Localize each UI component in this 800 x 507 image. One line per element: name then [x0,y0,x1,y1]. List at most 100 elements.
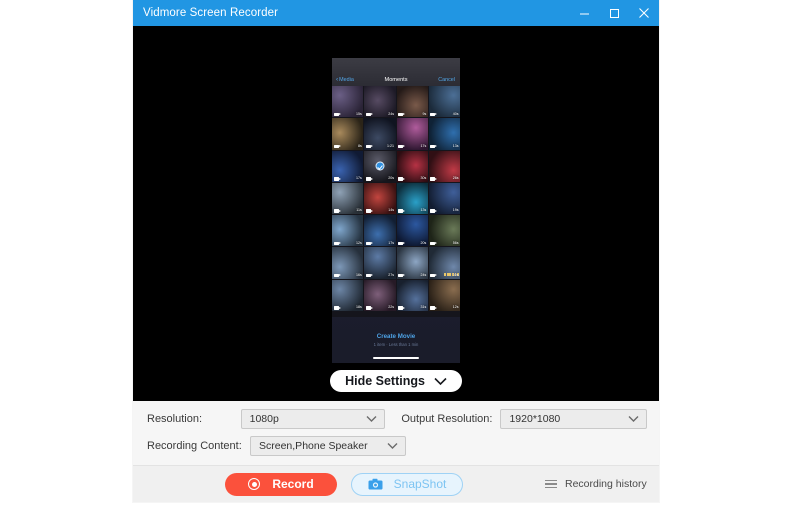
video-camera-icon [430,242,435,245]
snapshot-button[interactable]: SnapShot [351,473,463,496]
thumbnail-item[interactable]: 15s [332,86,363,117]
thumbnail-duration: 12s [356,242,362,246]
chevron-down-icon [434,377,447,386]
thumbnail-item[interactable]: 11s [332,183,363,214]
thumbnail-item[interactable]: 27s [364,247,395,278]
settings-panel: Resolution: 1080p Output Resolution: 192… [133,401,659,465]
thumbnail-item[interactable]: 24s [397,247,428,278]
recording-history-button[interactable]: Recording history [545,478,647,490]
thumbnail-item[interactable]: 8s [332,118,363,149]
thumbnail-item[interactable]: 13s [397,183,428,214]
maximize-icon [609,8,620,19]
thumbnail-duration: 56s [453,242,459,246]
thumbnail-duration: 17s [356,177,362,181]
thumbnail-duration: 22s [388,306,394,310]
chevron-down-icon [628,416,639,423]
create-movie-button[interactable]: Create Movie [377,333,416,340]
thumbnail-duration: 31s [420,306,426,310]
video-camera-icon [398,209,403,212]
maximize-button[interactable] [599,0,629,26]
close-button[interactable] [629,0,659,26]
thumbnail-item[interactable]: 12s [332,215,363,246]
thumbnail-item[interactable]: 26s [429,151,460,182]
thumbnail-item[interactable]: 30s [429,247,460,278]
video-camera-icon [398,242,403,245]
recording-content-select[interactable]: Screen,Phone Speaker [250,436,406,456]
thumbnail-item[interactable]: 20s [364,151,395,182]
thumbnail-duration: 30s [453,274,459,278]
recording-content-label: Recording Content: [147,440,250,452]
thumbnail-duration: 26s [453,177,459,181]
thumbnail-item[interactable]: 18s [332,280,363,311]
thumbnail-duration: 13s [453,145,459,149]
thumbnail-duration: 20s [420,242,426,246]
thumbnail-duration: 24s [420,274,426,278]
video-camera-icon [398,113,403,116]
output-resolution-select[interactable]: 1920*1080 [500,409,647,429]
thumbnail-item[interactable]: 56s [429,215,460,246]
thumbnail-item[interactable]: 17s [397,118,428,149]
thumbnail-duration: 27s [388,274,394,278]
chevron-down-icon [387,443,398,450]
thumbnail-duration: 12s [453,306,459,310]
resolution-row: Resolution: 1080p Output Resolution: 192… [147,409,647,429]
record-button-label: Record [272,477,313,491]
thumbnail-item[interactable]: 22s [364,280,395,311]
phone-cancel-button[interactable]: Cancel [438,77,455,83]
thumbnail-item[interactable]: 40s [429,86,460,117]
thumbnail-item[interactable]: 12s [429,280,460,311]
thumbnail-item[interactable]: 9s [397,86,428,117]
resolution-select[interactable]: 1080p [241,409,386,429]
hide-settings-label: Hide Settings [345,374,425,388]
video-camera-icon [334,274,339,277]
phone-back-button[interactable]: ‹ Media [336,77,354,84]
thumbnail-item[interactable]: 31s [397,280,428,311]
thumbnail-duration: 24s [388,113,394,117]
video-camera-icon [334,113,339,116]
video-camera-icon [366,242,371,245]
video-camera-icon [366,145,371,148]
action-bar: Record SnapShot Recording history [133,465,659,502]
minimize-button[interactable] [569,0,599,26]
thumbnail-item[interactable]: 17s [332,151,363,182]
list-icon [545,480,557,489]
recording-content-row: Recording Content: Screen,Phone Speaker [147,436,647,456]
thumbnail-item[interactable]: 30s [397,151,428,182]
thumbnail-item[interactable]: 16s [332,247,363,278]
phone-mirror-screen: ‹ Media Moments Cancel 15s24s9s40s8s1:21… [332,58,460,363]
thumbnail-duration: 1:21 [387,145,394,149]
window-title: Vidmore Screen Recorder [143,7,278,19]
video-camera-icon [430,306,435,309]
thumbnail-item[interactable]: 1:21 [364,118,395,149]
thumbnail-duration: 20s [388,177,394,181]
thumbnail-duration: 9s [422,113,426,117]
thumbnail-item[interactable]: 24s [364,86,395,117]
video-camera-icon [430,113,435,116]
thumbnail-item[interactable]: 13s [429,118,460,149]
video-camera-icon [366,209,371,212]
hide-settings-button[interactable]: Hide Settings [330,370,462,392]
thumbnail-item[interactable]: 14s [364,183,395,214]
phone-back-label: Media [339,77,354,83]
video-camera-icon [398,177,403,180]
camera-icon [368,478,383,490]
video-camera-icon [366,177,371,180]
close-icon [638,7,650,19]
video-camera-icon [430,145,435,148]
thumbnail-item[interactable]: 20s [397,215,428,246]
video-camera-icon [366,274,371,277]
thumbnail-duration: 40s [453,113,459,117]
title-bar: Vidmore Screen Recorder [133,0,659,26]
thumbnail-duration: 8s [358,145,362,149]
thumbnail-item[interactable]: 19s [429,183,460,214]
thumbnail-duration: 16s [356,274,362,278]
window-controls [569,0,659,26]
video-camera-icon [398,306,403,309]
preview-area: ‹ Media Moments Cancel 15s24s9s40s8s1:21… [133,26,659,401]
thumbnail-duration: 11s [356,209,362,213]
record-button[interactable]: Record [225,473,337,496]
thumbnail-grid: 15s24s9s40s8s1:2117s13s17s20s30s26s11s14… [332,86,460,317]
video-camera-icon [398,274,403,277]
thumbnail-selected-check-icon [375,162,384,171]
thumbnail-item[interactable]: 17s [364,215,395,246]
